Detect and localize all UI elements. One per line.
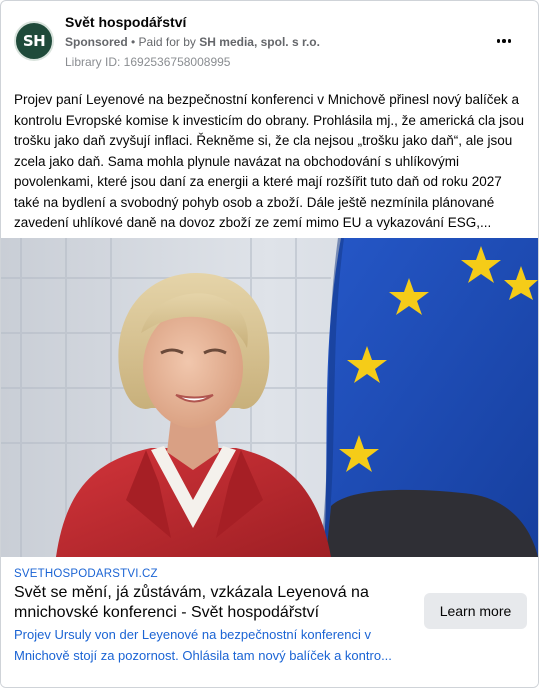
page-name-link[interactable]: Svět hospodářství [65,14,186,30]
sponsored-label[interactable]: Sponsored [65,35,128,49]
link-title[interactable]: Svět se mění, já zůstávám, vzkázala Leye… [14,583,414,623]
paid-for-prefix: • Paid for by [131,35,196,49]
post-image[interactable] [1,238,538,557]
link-description[interactable]: Projev Ursuly von der Leyenové na bezpeč… [14,625,419,666]
more-options-icon[interactable] [492,32,516,50]
speaker-photo-illustration [1,238,538,557]
link-domain: SVETHOSPODARSTVI.CZ [14,568,158,580]
link-preview[interactable]: SVETHOSPODARSTVI.CZ Svět se mění, já zůs… [1,557,538,687]
post-body-text: Projev paní Leyenové na bezpečnostní kon… [14,92,524,230]
avatar-initials: SH [22,32,46,50]
sponsored-post-card: SH Svět hospodářství Sponsored • Paid fo… [0,0,539,688]
sponsored-meta: Sponsored • Paid for by SH media, spol. … [65,35,320,49]
post-header: SH Svět hospodářství Sponsored • Paid fo… [1,1,538,77]
library-id: Library ID: 1692536758008995 [65,55,231,69]
page-avatar[interactable]: SH [14,21,54,61]
learn-more-button[interactable]: Learn more [424,593,527,629]
paid-for-name[interactable]: SH media, spol. s r.o. [199,35,320,49]
